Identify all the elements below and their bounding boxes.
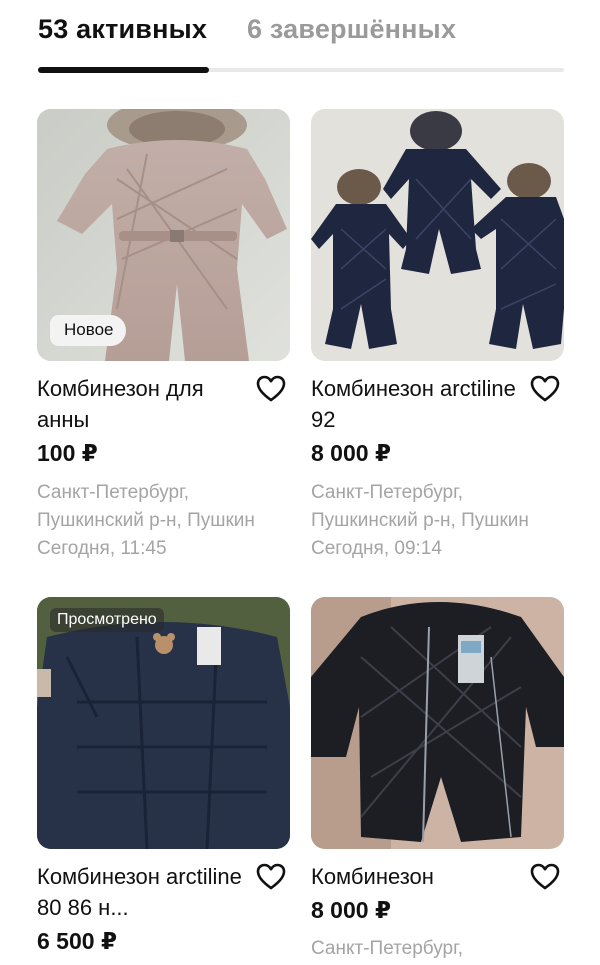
active-tab-indicator <box>38 67 209 73</box>
listing-date: Сегодня, 11:45 <box>37 538 167 559</box>
snowsuit-photo-black <box>311 597 564 849</box>
listing-meta: Санкт-Петербург, Пушкинский р-н, Пушкин … <box>37 479 292 563</box>
listing-photo[interactable] <box>311 597 564 849</box>
listing-price: 100 ₽ <box>37 440 98 466</box>
location-city: Санкт-Петербург, <box>311 938 463 959</box>
viewed-badge: Просмотрено <box>50 608 164 632</box>
new-badge: Новое <box>50 315 127 346</box>
listing-card[interactable]: Комбинезон 8 000 ₽ Санкт-Петербург, <box>311 597 564 965</box>
listing-title[interactable]: Комбинезон для анны <box>37 373 242 435</box>
location-district: Пушкинский р-н, Пушкин <box>37 510 255 531</box>
listing-title[interactable]: Комбинезон arctiline 80 86 н... <box>37 861 242 923</box>
listing-card[interactable]: Комбинезон arctiline 92 8 000 ₽ Санкт-Пе… <box>311 109 564 569</box>
location-city: Санкт-Петербург, <box>37 482 189 503</box>
listing-title[interactable]: Комбинезон arctiline 92 <box>311 373 516 435</box>
listing-date: Сегодня, 09:14 <box>311 538 442 559</box>
favorite-button[interactable] <box>529 373 561 405</box>
snowsuits-photo-navy <box>311 109 564 361</box>
listing-photo[interactable]: Новое <box>37 109 290 361</box>
listing-photo[interactable]: Просмотрено <box>37 597 290 849</box>
heart-outline-icon <box>530 863 560 890</box>
favorite-button[interactable] <box>529 861 561 893</box>
listing-card[interactable]: Новое Комбинезон для анны 100 ₽ Санкт-Пе… <box>37 109 290 569</box>
heart-outline-icon <box>256 863 286 890</box>
heart-outline-icon <box>256 375 286 402</box>
listing-meta: Санкт-Петербург, Пушкинский р-н, Пушкин … <box>311 479 566 563</box>
tab-active-listings[interactable]: 53 активных <box>38 14 207 54</box>
listing-card[interactable]: Просмотрено Комбинезон arctiline 80 86 н… <box>37 597 290 965</box>
tab-completed-listings[interactable]: 6 завершённых <box>247 14 456 54</box>
snowsuit-photo-dark-blue <box>37 597 290 849</box>
heart-outline-icon <box>530 375 560 402</box>
favorite-button[interactable] <box>255 861 287 893</box>
location-city: Санкт-Петербург, <box>311 482 463 503</box>
listing-price: 8 000 ₽ <box>311 440 391 466</box>
listing-meta: Санкт-Петербург, <box>311 935 566 963</box>
favorite-button[interactable] <box>255 373 287 405</box>
listing-tabs: 53 активных 6 завершённых <box>0 0 600 75</box>
listing-price: 6 500 ₽ <box>37 928 117 954</box>
listing-price: 8 000 ₽ <box>311 897 391 923</box>
listing-photo[interactable] <box>311 109 564 361</box>
listing-title[interactable]: Комбинезон <box>311 861 516 892</box>
location-district: Пушкинский р-н, Пушкин <box>311 510 529 531</box>
